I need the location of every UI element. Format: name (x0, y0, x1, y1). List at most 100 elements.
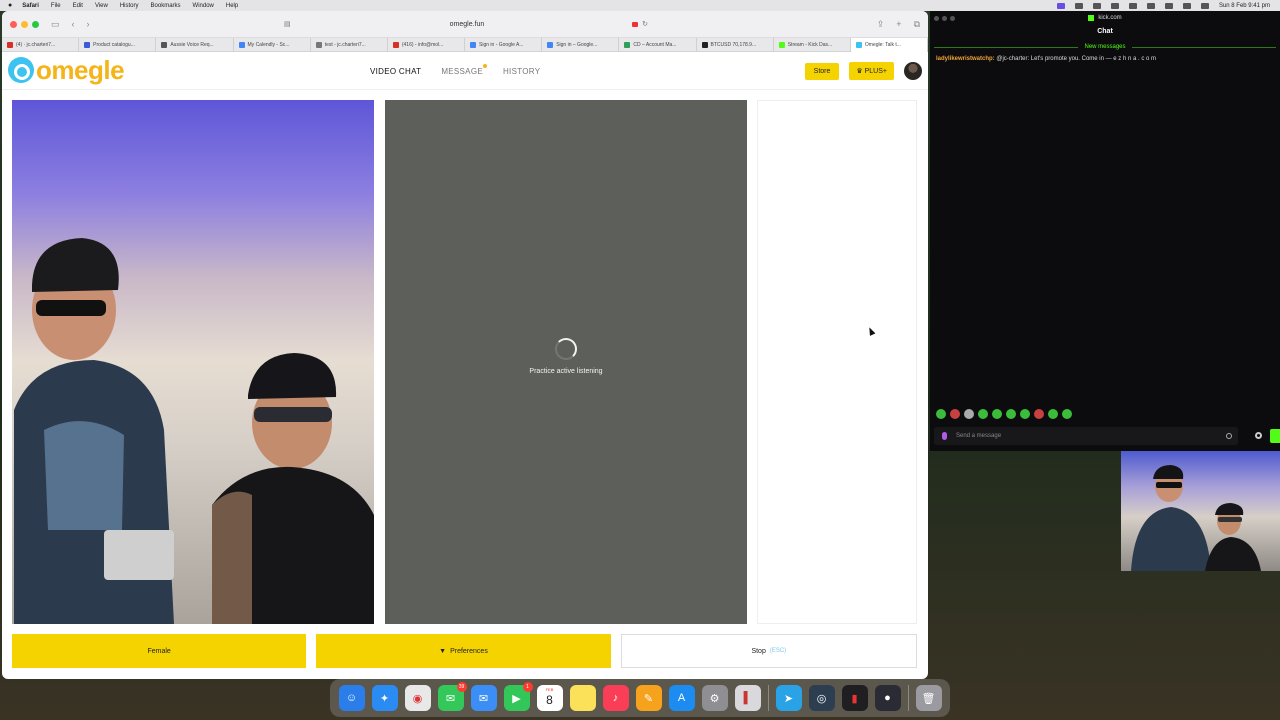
wifi-icon[interactable] (1164, 2, 1173, 9)
control-center-icon[interactable] (1182, 2, 1191, 9)
emote-icon[interactable] (1020, 409, 1030, 419)
tab-title: BTCUSD 70,178.9... (710, 41, 757, 48)
tab-overview-icon[interactable]: ⧉ (914, 19, 920, 30)
notes-icon[interactable] (569, 685, 596, 711)
close-window-button[interactable] (10, 20, 17, 28)
browser-tab[interactable]: Product catalogu... (79, 37, 157, 52)
proxy-app-icon[interactable]: ◎ (808, 685, 835, 711)
browser-tab[interactable]: (416) - info@mol... (388, 37, 466, 52)
sound-icon[interactable] (1110, 2, 1119, 9)
nav-video-chat[interactable]: VIDEO CHAT (370, 67, 421, 76)
mail-icon[interactable]: ✉ (470, 685, 497, 711)
search-icon[interactable] (1146, 2, 1155, 9)
menubar-clock[interactable]: Sun 8 Feb 9:41 pm (1219, 3, 1270, 9)
plus-button[interactable]: ♛ PLUS+ (849, 62, 894, 80)
emote-icon[interactable] (1006, 409, 1016, 419)
emote-icon[interactable] (992, 409, 1002, 419)
stop-button[interactable]: Stop (ESC) (620, 634, 917, 668)
menu-app-name[interactable]: Safari (22, 3, 39, 9)
calendar-icon[interactable]: FEB 8 (536, 685, 563, 711)
text-chat-panel[interactable] (757, 100, 917, 624)
obs-icon[interactable]: ● (874, 685, 901, 711)
emoji-icon[interactable] (1226, 433, 1232, 439)
omegle-logo[interactable]: omegle (8, 57, 125, 83)
emote-icon[interactable] (964, 409, 974, 419)
safari-icon[interactable]: ✦ (371, 685, 398, 711)
microphone-icon[interactable] (942, 432, 947, 440)
kick-minimize-button[interactable] (942, 15, 947, 21)
browser-tab[interactable]: My Calendly - Sc... (234, 37, 311, 52)
apple-icon[interactable]: ● (8, 2, 12, 9)
store-button[interactable]: Store (804, 62, 840, 80)
app-store-icon[interactable]: A (668, 685, 695, 711)
chat-settings-gear-icon[interactable] (1255, 432, 1262, 439)
facetime-icon[interactable]: ▶ 1 (503, 682, 533, 711)
back-arrow-icon[interactable]: ‹ (72, 19, 75, 29)
emote-icon[interactable] (1034, 409, 1044, 419)
send-message-button[interactable] (1270, 429, 1280, 443)
chat-message-username[interactable]: ladylikewristwatchp: (936, 56, 995, 62)
messages-icon[interactable]: ✉ 39 (437, 682, 467, 711)
menu-edit[interactable]: Edit (73, 3, 83, 9)
trash-icon[interactable]: 🗑 (915, 685, 942, 711)
tab-favicon-icon (84, 41, 91, 48)
menu-window[interactable]: Window (193, 3, 214, 9)
nav-history[interactable]: HISTORY (503, 67, 540, 76)
address-url[interactable]: omegle.fun (450, 21, 485, 28)
sidebar-toggle-icon[interactable]: ▭ (51, 19, 60, 30)
screen-record-icon[interactable] (1056, 2, 1065, 9)
chrome-icon[interactable]: ◉ (404, 685, 431, 711)
safari-window: ▭ ‹ › ▤ omegle.fun ↻ ⇪ + ⧉ (4) · jc.char… (2, 11, 928, 679)
kick-close-button[interactable] (934, 15, 939, 21)
nav-message[interactable]: MESSAGE (441, 67, 483, 76)
menu-help[interactable]: Help (226, 3, 238, 9)
emote-icon[interactable] (978, 409, 988, 419)
browser-tab[interactable]: Sign in - Google A... (465, 37, 543, 52)
menu-view[interactable]: View (95, 3, 108, 9)
kick-zoom-button[interactable] (950, 15, 955, 21)
zoom-window-button[interactable] (32, 20, 39, 28)
music-icon[interactable]: ♪ (602, 685, 629, 711)
emote-icon[interactable] (950, 409, 960, 419)
camera-in-use-icon[interactable] (632, 21, 639, 27)
cloud-icon[interactable] (1074, 2, 1083, 9)
browser-tab[interactable]: BTCUSD 70,178.9... (697, 37, 774, 52)
share-icon[interactable]: ⇪ (877, 19, 885, 30)
page-settings-icon[interactable]: ▤ (284, 20, 291, 28)
new-tab-icon[interactable]: + (896, 19, 901, 30)
siri-icon[interactable] (1200, 2, 1209, 9)
user-avatar[interactable] (904, 62, 922, 80)
preferences-button[interactable]: ▼ Preferences (316, 634, 611, 668)
emote-icon[interactable] (936, 409, 946, 419)
play-icon[interactable] (1092, 2, 1101, 9)
chat-message: ladylikewristwatchp: @jc-charter: Let's … (930, 56, 1280, 62)
browser-tab[interactable]: Aussie Voice Req... (156, 37, 234, 52)
forward-arrow-icon[interactable]: › (87, 19, 90, 29)
emote-icon[interactable] (1062, 409, 1072, 419)
menu-bookmarks[interactable]: Bookmarks (151, 3, 181, 9)
gender-filter-button[interactable]: Female (12, 634, 307, 668)
address-bar[interactable]: ▤ omegle.fun ↻ (282, 16, 652, 32)
script-app-icon[interactable]: ▌ (734, 685, 761, 711)
system-settings-icon[interactable]: ⚙ (701, 685, 728, 711)
browser-tab[interactable]: CD – Account Ma... (619, 37, 697, 52)
kick-message-input[interactable]: Send a message (934, 427, 1238, 445)
nav-message-wrap[interactable]: MESSAGE (441, 63, 487, 76)
finder-icon[interactable]: ☺ (338, 685, 365, 711)
pages-icon[interactable]: ✎ (635, 685, 662, 711)
menubar-status-area: Sun 8 Feb 9:41 pm (1056, 0, 1270, 11)
menu-file[interactable]: File (51, 3, 61, 9)
minimize-window-button[interactable] (21, 20, 28, 28)
browser-tab[interactable]: test - jc.charteri7... (311, 37, 388, 52)
browser-tab[interactable]: Sign in – Google... (542, 37, 620, 52)
local-video-feed (12, 100, 374, 624)
reload-icon[interactable]: ↻ (642, 20, 648, 28)
audio-recorder-icon[interactable]: ▮ (841, 685, 868, 711)
emote-icon[interactable] (1048, 409, 1058, 419)
bluetooth-icon[interactable] (1128, 2, 1137, 9)
browser-tab[interactable]: Omegle: Talk t... (850, 37, 928, 52)
browser-tab[interactable]: Stream - Kick Das... (774, 37, 851, 52)
browser-tab[interactable]: (4) · jc.charteri7... (2, 37, 80, 52)
telegram-icon[interactable]: ➤ (775, 685, 802, 711)
menu-history[interactable]: History (120, 3, 139, 9)
